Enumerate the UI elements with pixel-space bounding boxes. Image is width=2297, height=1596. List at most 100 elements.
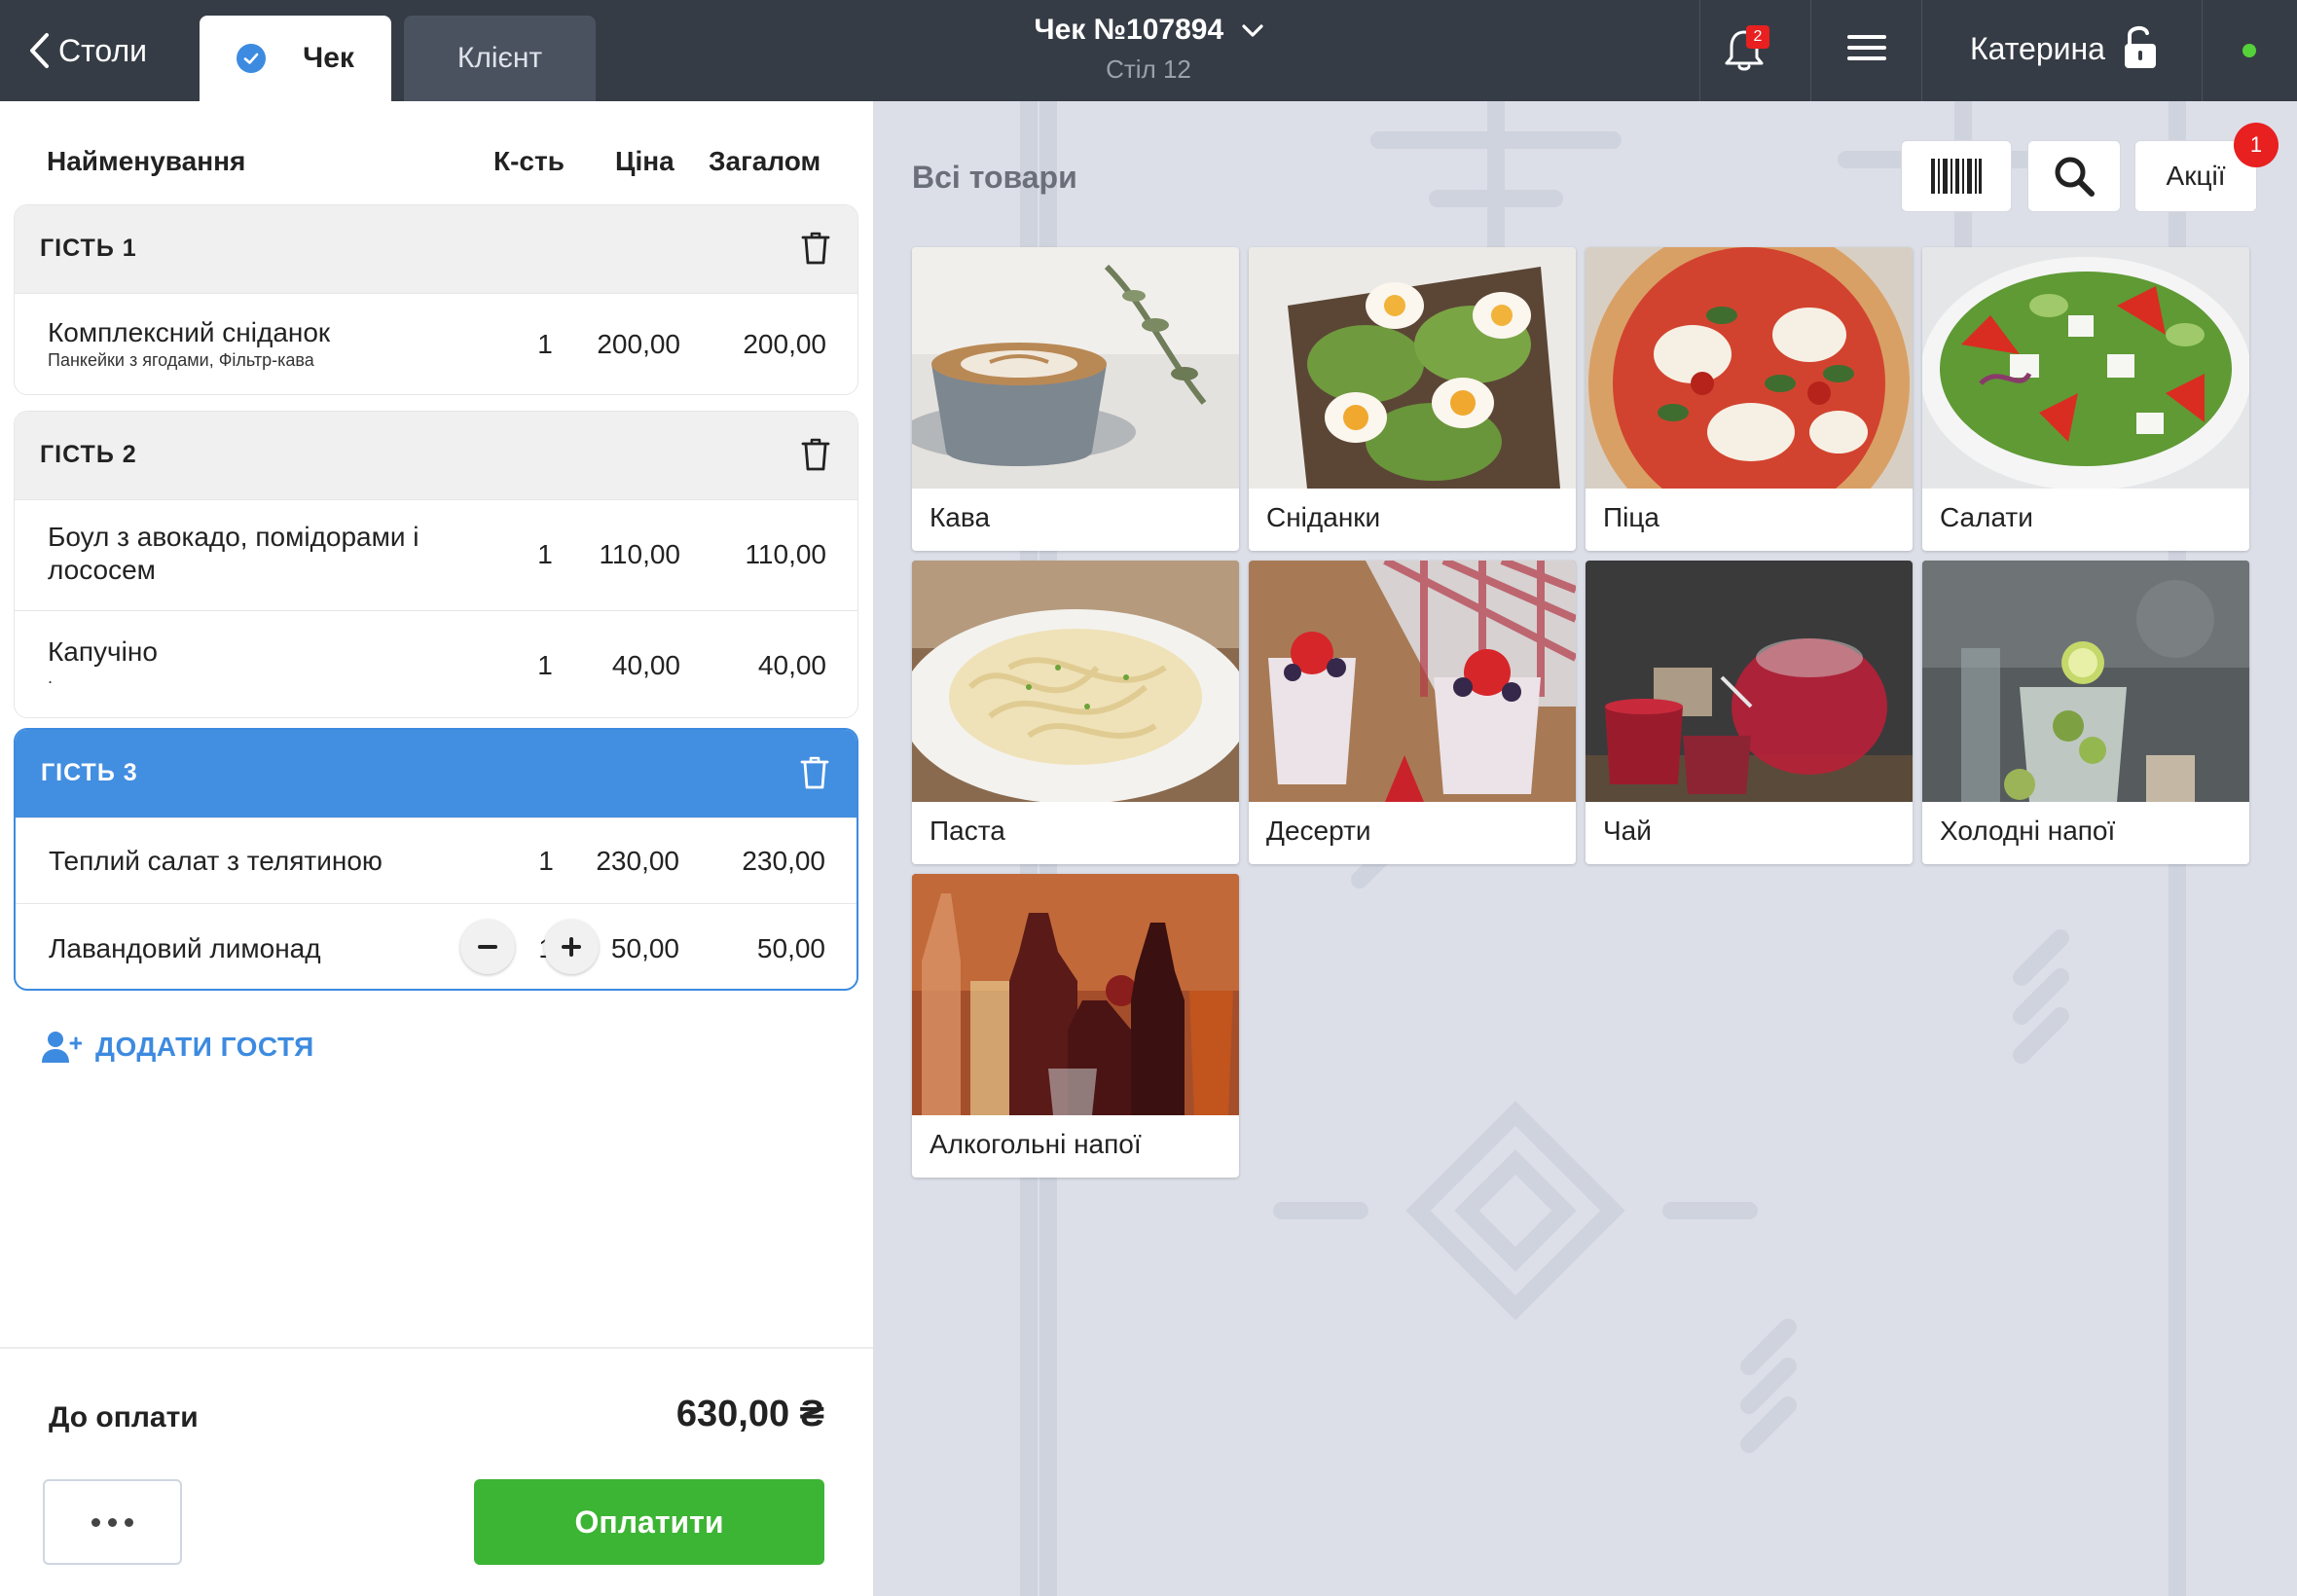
check-circle-icon bbox=[237, 44, 267, 73]
promotions-badge: 1 bbox=[2234, 123, 2279, 167]
item-price: 110,00 bbox=[599, 539, 680, 569]
order-number: Чек №107894 bbox=[1034, 14, 1224, 46]
catalog-panel: Всі товари Акції 1 Кава Сніданки Піца Са… bbox=[873, 101, 2297, 1596]
pizza-image bbox=[1586, 247, 1913, 489]
order-item-row[interactable]: Боул з авокадо, помідорами і лососем 1 1… bbox=[15, 499, 857, 610]
item-modifiers: Панкейки з ягодами, Фільтр-кава bbox=[48, 350, 314, 370]
amount-due-value: 630,00 ₴ bbox=[675, 1394, 824, 1434]
dessert-image bbox=[1249, 561, 1576, 802]
category-label: Холодні напої bbox=[1940, 816, 2116, 846]
chevron-down-icon bbox=[1241, 24, 1263, 37]
category-card-breakfast[interactable]: Сніданки bbox=[1249, 247, 1576, 551]
category-card-tea[interactable]: Чай bbox=[1586, 561, 1913, 864]
back-to-tables-button[interactable]: Столи bbox=[27, 27, 147, 74]
category-card-pasta[interactable]: Паста bbox=[912, 561, 1239, 864]
guest-name: ГІСТЬ 3 bbox=[41, 759, 138, 786]
top-bar: Столи Чек Клієнт Чек №107894 Стіл 12 2 К… bbox=[0, 0, 2297, 101]
category-card-pizza[interactable]: Піца bbox=[1586, 247, 1913, 551]
minus-icon bbox=[478, 945, 497, 949]
add-user-icon bbox=[42, 1032, 82, 1063]
guest-header[interactable]: ГІСТЬ 1 bbox=[15, 205, 857, 293]
trash-icon[interactable] bbox=[800, 755, 829, 790]
add-guest-button[interactable]: ДОДАТИ ГОСТЯ bbox=[41, 1026, 314, 1069]
guest-header[interactable]: ГІСТЬ 2 bbox=[15, 412, 857, 499]
item-price: 200,00 bbox=[597, 329, 680, 359]
category-label: Чай bbox=[1603, 816, 1652, 846]
category-card-cold-drinks[interactable]: Холодні напої bbox=[1922, 561, 2249, 864]
barcode-icon bbox=[1931, 159, 1982, 194]
column-price: Ціна bbox=[615, 146, 675, 176]
barcode-scan-button[interactable] bbox=[1901, 140, 2012, 212]
item-total: 200,00 bbox=[743, 329, 826, 359]
dot bbox=[91, 1517, 100, 1527]
category-card-alcohol[interactable]: Алкогольні напої bbox=[912, 874, 1239, 1178]
item-qty: 1 bbox=[537, 539, 553, 569]
item-name-line2: лососем bbox=[48, 555, 156, 585]
item-total: 110,00 bbox=[745, 539, 826, 569]
category-label: Паста bbox=[930, 816, 1005, 846]
category-label: Салати bbox=[1940, 502, 2033, 532]
column-total: Загалом bbox=[709, 146, 821, 176]
guest-header[interactable]: ГІСТЬ 3 bbox=[16, 730, 857, 817]
guest-block: ГІСТЬ 1 Комплексний сніданок Панкейки з … bbox=[14, 204, 858, 395]
cold-drinks-image bbox=[1922, 561, 2249, 802]
category-card-coffee[interactable]: Кава bbox=[912, 247, 1239, 551]
tab-check-label: Чек bbox=[303, 42, 354, 74]
promotions-label: Акції bbox=[2166, 161, 2226, 191]
add-guest-label: ДОДАТИ ГОСТЯ bbox=[95, 1032, 314, 1062]
trash-icon[interactable] bbox=[801, 437, 830, 472]
catalog-title: Всі товари bbox=[912, 160, 1077, 195]
decrease-qty-button[interactable] bbox=[460, 920, 515, 974]
order-item-row[interactable]: Комплексний сніданок Панкейки з ягодами,… bbox=[15, 293, 857, 394]
item-modifiers: . bbox=[48, 668, 54, 687]
notifications-badge: 2 bbox=[1746, 25, 1769, 49]
more-options-button[interactable] bbox=[43, 1479, 182, 1565]
category-label: Сніданки bbox=[1266, 502, 1381, 532]
dot bbox=[108, 1517, 117, 1527]
tab-client-label: Клієнт bbox=[456, 42, 543, 74]
order-item-row-selected[interactable]: Лавандовий лимонад 1 50,00 50,00 bbox=[16, 903, 857, 989]
search-icon bbox=[2055, 157, 2095, 197]
item-name-line1: Боул з авокадо, помідорами і bbox=[48, 522, 419, 552]
item-total: 40,00 bbox=[757, 650, 826, 680]
amount-due-label: До оплати bbox=[49, 1401, 199, 1433]
divider bbox=[1810, 0, 1811, 101]
category-label: Десерти bbox=[1266, 816, 1371, 846]
item-qty: 1 bbox=[538, 846, 554, 876]
category-label: Кава bbox=[930, 502, 991, 532]
pay-button[interactable]: Оплатити bbox=[474, 1479, 824, 1565]
column-qty: К-сть bbox=[493, 146, 565, 176]
item-qty: 1 bbox=[537, 329, 553, 359]
divider bbox=[1699, 0, 1700, 101]
item-qty: 1 bbox=[537, 650, 553, 680]
user-name[interactable]: Катерина bbox=[1970, 31, 2105, 67]
dot bbox=[125, 1517, 133, 1527]
divider bbox=[0, 1347, 873, 1349]
search-button[interactable] bbox=[2027, 140, 2121, 212]
increase-qty-button[interactable] bbox=[544, 920, 599, 974]
divider bbox=[1921, 0, 1922, 101]
trash-icon[interactable] bbox=[801, 231, 830, 266]
unlocked-lock-icon[interactable] bbox=[2122, 23, 2159, 70]
tab-check[interactable]: Чек bbox=[200, 16, 391, 101]
salad-image bbox=[1922, 247, 2249, 489]
table-label: Стіл 12 bbox=[1106, 54, 1191, 84]
item-total: 50,00 bbox=[756, 933, 825, 963]
order-selector[interactable]: Чек №107894 bbox=[954, 14, 1343, 47]
tab-client[interactable]: Клієнт bbox=[404, 16, 596, 101]
guest-block-active: ГІСТЬ 3 Теплий салат з телятиною 1 230,0… bbox=[14, 728, 858, 991]
order-column-headers: Найменування К-сть Ціна Загалом bbox=[0, 146, 873, 189]
item-name: Комплексний сніданок bbox=[48, 317, 331, 347]
hamburger-menu-icon[interactable] bbox=[1847, 35, 1886, 66]
guest-name: ГІСТЬ 1 bbox=[40, 235, 137, 262]
order-panel: Найменування К-сть Ціна Загалом ГІСТЬ 1 … bbox=[0, 101, 873, 1596]
item-price: 230,00 bbox=[596, 846, 679, 876]
order-item-row[interactable]: Капучіно . 1 40,00 40,00 bbox=[15, 610, 857, 717]
online-status-indicator bbox=[2242, 44, 2256, 57]
category-card-desserts[interactable]: Десерти bbox=[1249, 561, 1576, 864]
category-card-salads[interactable]: Салати bbox=[1922, 247, 2249, 551]
guest-block: ГІСТЬ 2 Боул з авокадо, помідорами і лос… bbox=[14, 411, 858, 718]
order-item-row[interactable]: Теплий салат з телятиною 1 230,00 230,00 bbox=[16, 817, 857, 903]
item-total: 230,00 bbox=[742, 846, 825, 876]
notifications-button[interactable]: 2 bbox=[1721, 23, 1779, 82]
